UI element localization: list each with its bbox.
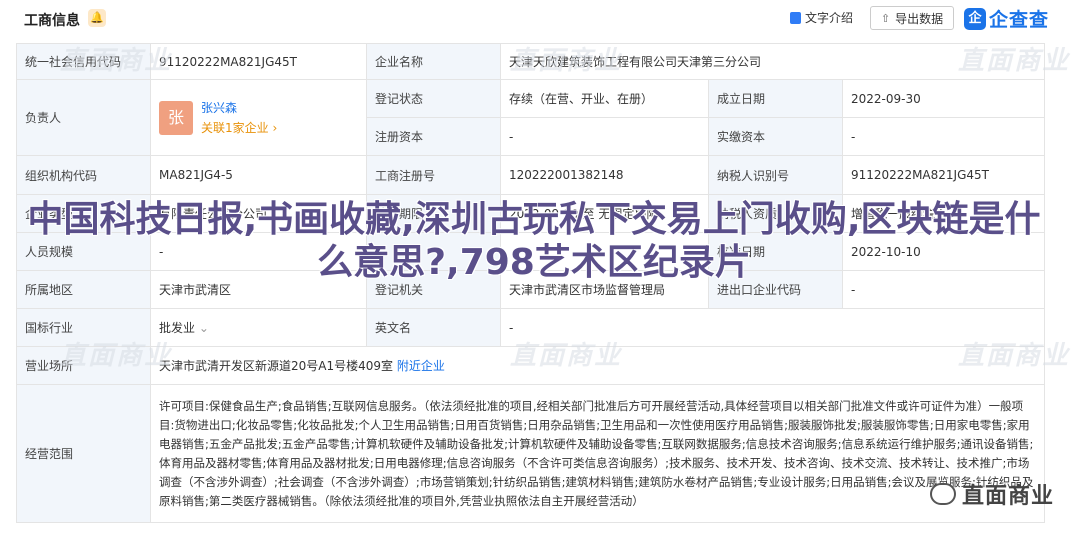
- english-name-label: 英文名: [366, 308, 501, 347]
- address-cell: 天津市武清开发区新源道20号A1号楼409室 附近企业: [150, 346, 1045, 385]
- credit-code-label: 统一社会信用代码: [16, 43, 151, 80]
- established-value: 2022-09-30: [842, 79, 1045, 118]
- address-value: 天津市武清开发区新源道20号A1号楼409室: [159, 359, 394, 373]
- text-intro-button[interactable]: 文字介绍: [790, 9, 853, 26]
- text-intro-label: 文字介绍: [805, 11, 854, 25]
- credit-code-value: 91120222MA821JG45T: [150, 43, 367, 80]
- reg-capital-label: 注册资本: [366, 117, 501, 156]
- page-title: 工商信息: [24, 13, 80, 29]
- biz-reg-no-value: 120222001382148: [500, 155, 709, 195]
- scope-value: 许可项目:保健食品生产;食品销售;互联网信息服务。（依法须经批准的项目,经相关部…: [159, 398, 1034, 508]
- scope-label: 经营范围: [16, 384, 151, 523]
- legal-person-block: 张 张兴森 关联1家企业 ›: [159, 99, 358, 136]
- header-bar: 工商信息 🔔 文字介绍 ⇧ 导出数据 企 企查查: [0, 0, 1080, 38]
- industry-value: 批发业: [159, 321, 196, 335]
- legal-person-label: 负责人: [16, 79, 151, 156]
- logo-badge: 企: [964, 7, 986, 30]
- table-row: 组织机构代码 MA821JG4-5 工商注册号 120222001382148 …: [16, 155, 1045, 195]
- table-row: 国标行业 批发业 ⌄ 英文名 -: [16, 308, 1045, 347]
- legal-person-cell: 张 张兴森 关联1家企业 ›: [150, 79, 367, 156]
- table-row: 经营范围 许可项目:保健食品生产;食品销售;互联网信息服务。（依法须经批准的项目…: [16, 384, 1045, 523]
- bell-icon[interactable]: 🔔: [88, 9, 106, 27]
- document-icon: [790, 11, 801, 24]
- paid-capital-label: 实缴资本: [708, 117, 843, 156]
- org-code-value: MA821JG4-5: [150, 155, 367, 195]
- company-name-value: 天津天欣建筑装饰工程有限公司天津第三分公司: [500, 43, 1045, 80]
- english-name-value: -: [500, 308, 1045, 347]
- taxpayer-id-label: 纳税人识别号: [708, 155, 843, 195]
- reg-capital-value: -: [500, 117, 709, 156]
- chevron-down-icon: ⌄: [198, 321, 209, 335]
- org-code-label: 组织机构代码: [16, 155, 151, 195]
- biz-reg-no-label: 工商注册号: [366, 155, 501, 195]
- wechat-account-badge: 直面商业: [930, 478, 1054, 510]
- nearby-companies-link[interactable]: 附近企业: [397, 359, 445, 373]
- export-icon: ⇧: [880, 11, 891, 25]
- scope-cell: 许可项目:保健食品生产;食品销售;互联网信息服务。（依法须经批准的项目,经相关部…: [150, 384, 1045, 523]
- wechat-icon: [930, 483, 956, 505]
- company-name-label: 企业名称: [366, 43, 501, 80]
- industry-label: 国标行业: [16, 308, 151, 347]
- table-row: 统一社会信用代码 91120222MA821JG45T 企业名称 天津天欣建筑装…: [16, 43, 1045, 80]
- legal-person-name-link[interactable]: 张兴森: [201, 99, 277, 116]
- export-data-button[interactable]: ⇧ 导出数据: [870, 6, 954, 30]
- related-companies-link[interactable]: 关联1家企业 ›: [201, 119, 277, 136]
- address-label: 营业场所: [16, 346, 151, 385]
- qichacha-logo[interactable]: 企 企查查: [964, 5, 1049, 32]
- export-data-label: 导出数据: [895, 11, 944, 26]
- paid-capital-value: -: [842, 117, 1045, 156]
- established-label: 成立日期: [708, 79, 843, 118]
- avatar: 张: [159, 100, 193, 135]
- table-row: 营业场所 天津市武清开发区新源道20号A1号楼409室 附近企业: [16, 346, 1045, 385]
- logo-text: 企查查: [989, 9, 1050, 31]
- wechat-account-name: 直面商业: [962, 484, 1055, 509]
- status-value: 存续（在营、开业、在册）: [500, 79, 709, 118]
- overlay-headline: 中国科技日报,书画收藏,深圳古玩私下交易上门收购,区块链是什么意思?,798艺术…: [27, 199, 1041, 283]
- table-row: 负责人 张 张兴森 关联1家企业 › 登记状态 存续（在营、开业、在册） 成立日…: [16, 79, 1045, 156]
- legal-person-info: 张兴森 关联1家企业 ›: [201, 99, 277, 136]
- status-label: 登记状态: [366, 79, 501, 118]
- industry-cell[interactable]: 批发业 ⌄: [150, 308, 367, 347]
- taxpayer-id-value: 91120222MA821JG45T: [842, 155, 1045, 195]
